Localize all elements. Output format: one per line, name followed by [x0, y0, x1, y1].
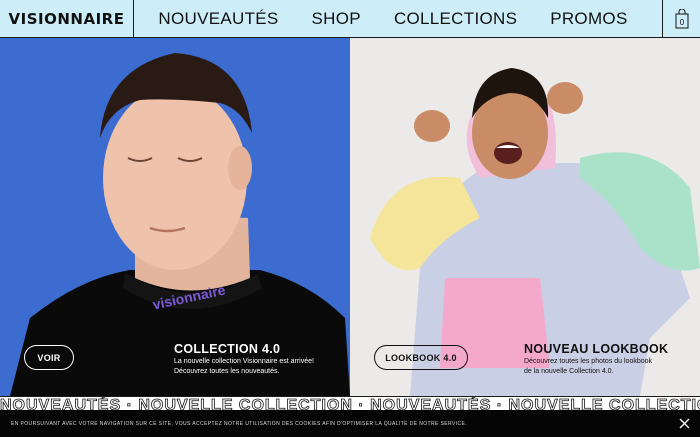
nav-item-promos[interactable]: PROMOS: [550, 9, 627, 29]
shopping-bag-icon: 0: [675, 8, 688, 28]
voir-button[interactable]: VOIR: [24, 345, 74, 370]
panel-description-line2: Découvrez toutes les nouveautés.: [174, 368, 280, 375]
hero-panel-collection: visionnaire VOIR COLLECTION 4.0 La nouve…: [0, 38, 350, 396]
lookbook-button[interactable]: LOOKBOOK 4.0: [374, 345, 468, 370]
panel-title: NOUVEAU LOOKBOOK: [524, 342, 669, 356]
panel-description-line1: La nouvelle collection Visionnaire est a…: [174, 358, 314, 365]
main-nav: NOUVEAUTÉS SHOP COLLECTIONS PROMOS: [134, 9, 662, 29]
logo[interactable]: VISIONNAIRE: [0, 0, 134, 38]
cart-button[interactable]: 0: [662, 0, 700, 38]
marquee-banner: NOUVEAUTÉS · NOUVELLE COLLECTION · NOUVE…: [0, 396, 700, 410]
marquee-text: NOUVEAUTÉS · NOUVELLE COLLECTION · NOUVE…: [0, 397, 700, 410]
panel-description-line1: Découvrez toutes les photos du lookbook: [524, 358, 653, 365]
panel-description-line2: de la nouvelle Collection 4.0.: [524, 368, 614, 375]
nav-item-shop[interactable]: SHOP: [312, 9, 361, 29]
close-icon[interactable]: [679, 418, 690, 429]
cart-count: 0: [679, 18, 684, 27]
cookie-banner: EN POURSUIVANT AVEC VOTRE NAVIGATION SUR…: [0, 410, 700, 437]
nav-item-nouveautes[interactable]: NOUVEAUTÉS: [158, 9, 278, 29]
site-header: VISIONNAIRE NOUVEAUTÉS SHOP COLLECTIONS …: [0, 0, 700, 38]
hero-panel-lookbook: LOOKBOOK 4.0 NOUVEAU LOOKBOOK Découvrez …: [350, 38, 700, 396]
nav-item-collections[interactable]: COLLECTIONS: [394, 9, 517, 29]
panel-title: COLLECTION 4.0: [174, 342, 281, 356]
cookie-text: EN POURSUIVANT AVEC VOTRE NAVIGATION SUR…: [11, 420, 467, 427]
